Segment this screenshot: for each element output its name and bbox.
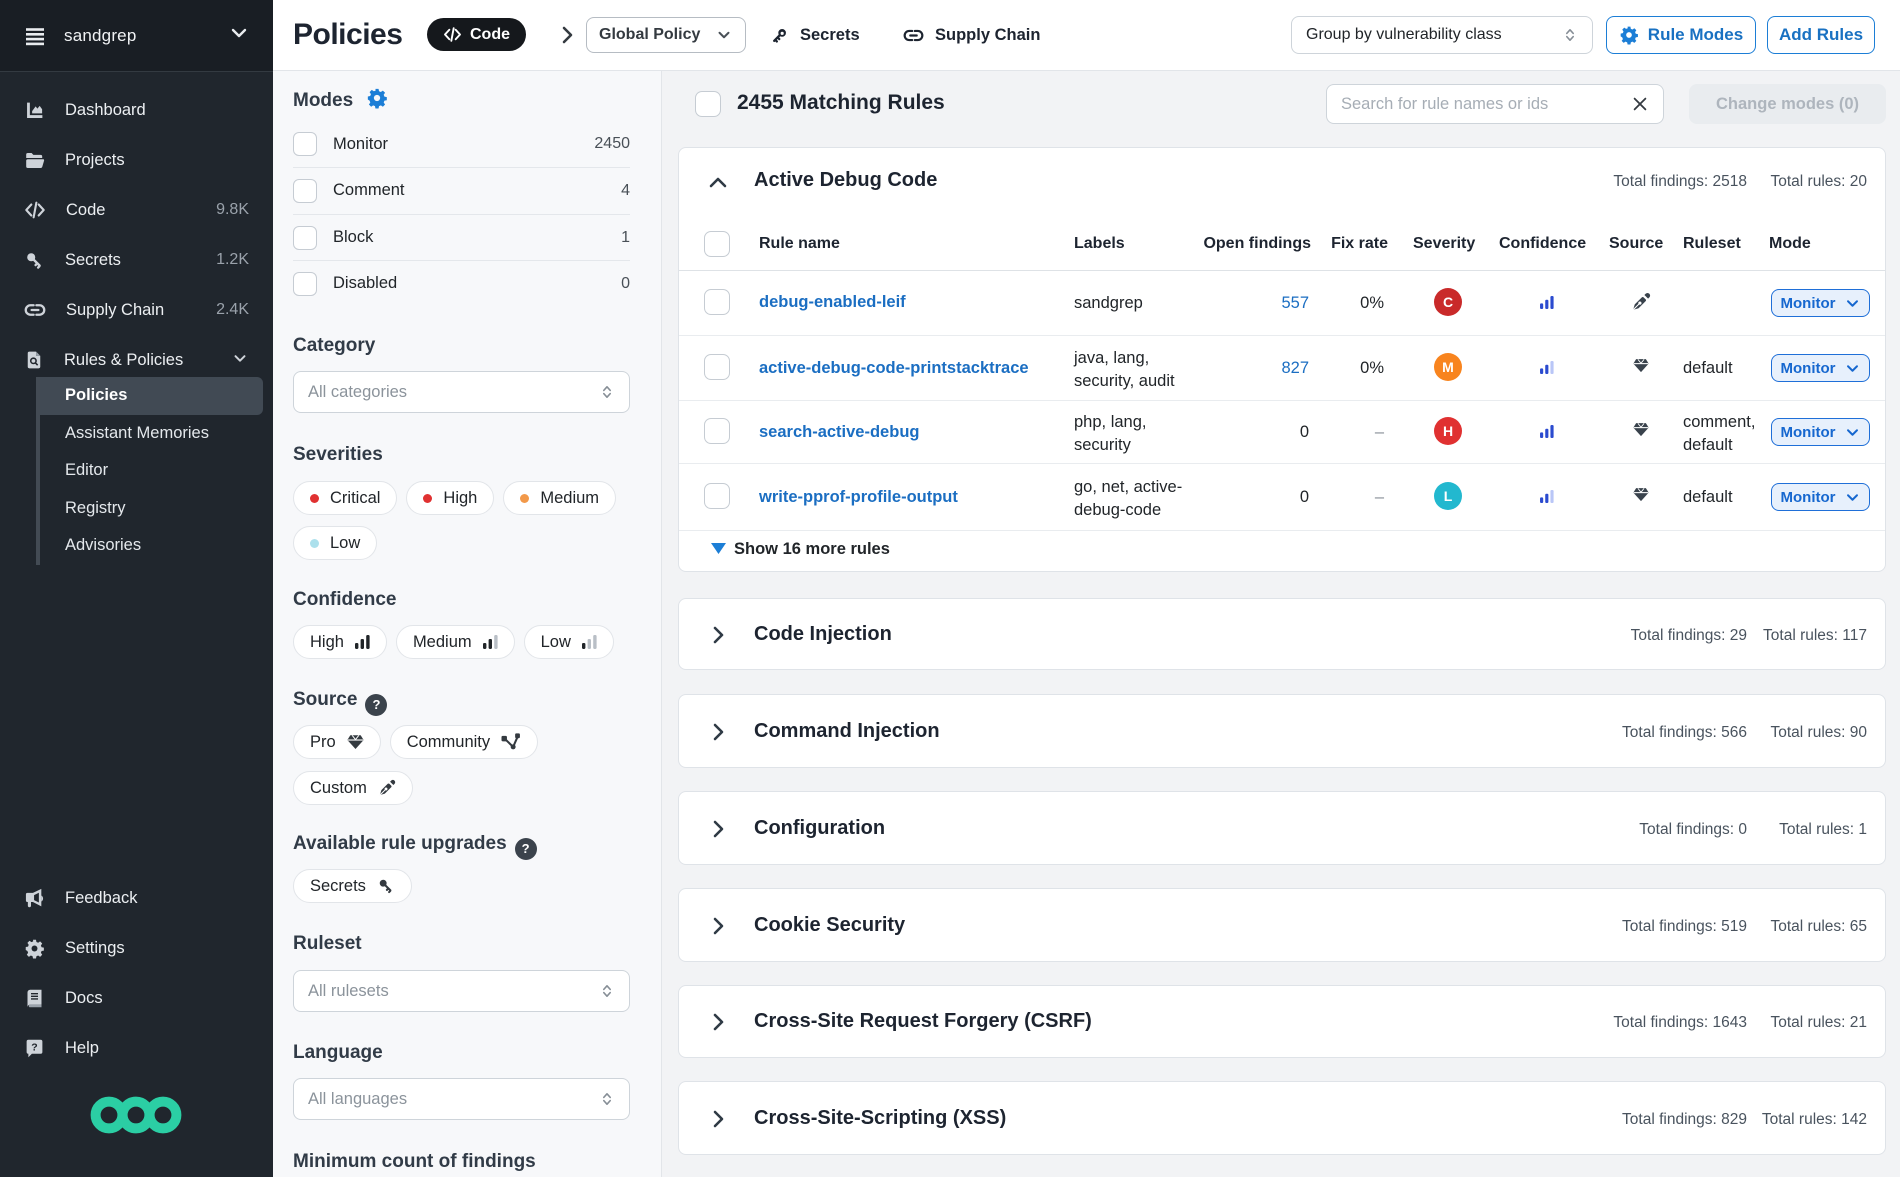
svg-text:?: ? — [31, 1041, 37, 1053]
